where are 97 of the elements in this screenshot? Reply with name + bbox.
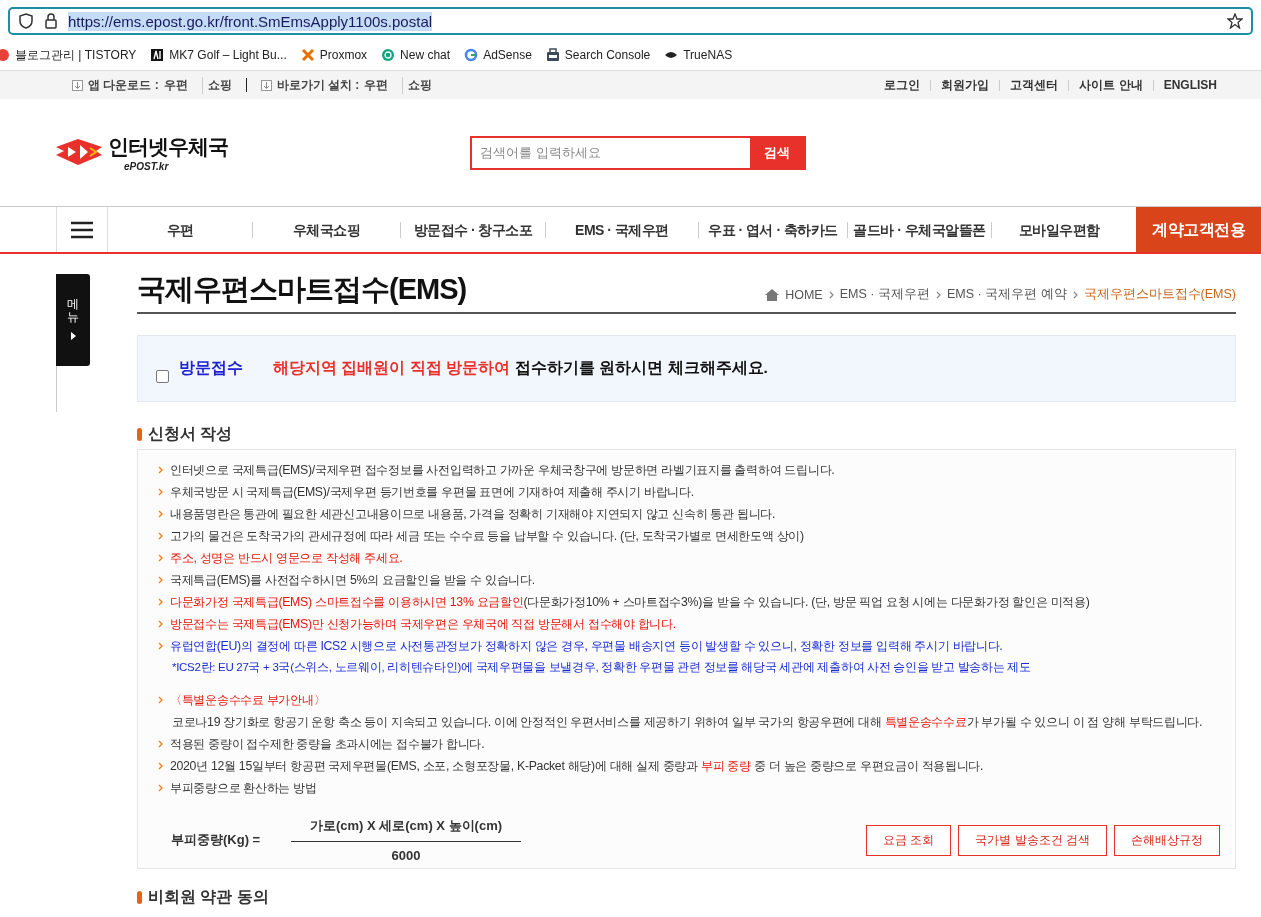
notice-text: 2020년 12월 15일부터 항공편 국제우편물(EMS, 소포, 소형포장물, K-Packet 해당)에 대해 실제 중량과 부피 중량 중 더 높은 중량으로 우편요금이 적용됩니다.: [170, 757, 984, 775]
chevron-icon: [158, 762, 163, 770]
cross-logo-icon: [300, 48, 315, 62]
topbar-label: 앱 다운로드 :: [88, 76, 159, 94]
shortcut-icon: [260, 79, 272, 91]
url-text: https://ems.epost.go.kr/front.SmEmsApply1100s.postal: [68, 11, 433, 31]
shield-icon: [18, 13, 34, 29]
formula-numerator: 가로(cm) X 세로(cm) X 높이(cm): [309, 817, 503, 835]
bookmark[interactable]: TrueNAS: [664, 48, 733, 62]
download-icon: [72, 79, 83, 91]
star-icon[interactable]: [1227, 13, 1243, 29]
square-logo-icon: [150, 48, 165, 62]
topbar-link[interactable]: 사이트 안내: [1068, 79, 1153, 91]
topbar-link[interactable]: 로그인: [874, 79, 931, 91]
chevron-icon: [158, 740, 163, 748]
nav-item[interactable]: 우체국쇼핑: [252, 221, 400, 238]
section-title: 신청서 작성: [148, 424, 233, 444]
section-marker: [137, 891, 142, 904]
notice-text: 유럽연합(EU)의 결정에 따른 ICS2 시행으로 사전통관정보가 정확하지 않은 경우, 우편물 배송지연 등이 발생할 수 있으니, 정확한 정보를 입력해 주시기 바랍니다.: [170, 637, 1003, 655]
bookmark[interactable]: Proxmox: [300, 48, 368, 62]
page-title: 국제우편스마트접수(EMS): [137, 272, 467, 306]
notice-text: 내용품명란은 통관에 필요한 세관신고내용이므로 내용품, 가격을 정확히 기재해야 지연되지 않고 신속히 통관 됩니다.: [170, 505, 776, 523]
side-menu-tab[interactable]: 메뉴: [56, 274, 90, 366]
chevron-icon: [158, 576, 163, 584]
notice-text: 고가의 물건은 도착국가의 관세규정에 따라 세금 또는 수수료 등을 납부할 수 있습니다. (단, 도착국가별로 면세한도액 상이): [170, 527, 804, 545]
chevron-icon: [158, 784, 163, 792]
notice-text: 코로나19 장기화로 항공기 운항 축소 등이 지속되고 있습니다. 이에 안정적인 우편서비스를 제공하기 위하여 일부 국가의 항공우편에 대해 특별운송수수료가 부가될 수 있으니 이 점 양해 부탁드립니다.: [172, 713, 1203, 731]
nav-item[interactable]: 골드바 · 우체국알뜰폰: [847, 221, 991, 238]
bookmark[interactable]: MK7 Golf – Light Bu...: [150, 48, 287, 62]
nav-item[interactable]: 우편: [108, 221, 252, 238]
topbar-link[interactable]: 쇼핑: [201, 76, 232, 94]
notice-text: 주소, 성명은 반드시 영문으로 작성해 주세요.: [170, 549, 403, 567]
chevron-icon: [158, 620, 163, 628]
search-field[interactable]: 검색어를 입력하세요 검색: [470, 135, 806, 170]
nav-item[interactable]: 방문접수 · 창구소포: [400, 221, 545, 238]
address-bar[interactable]: https://ems.epost.go.kr/front.SmEmsApply1100s.postal: [8, 7, 1253, 35]
topbar-link[interactable]: 고객센터: [999, 79, 1069, 91]
search-button[interactable]: 검색: [750, 137, 804, 168]
epost-logo-icon: [56, 138, 104, 167]
topbar-link[interactable]: 쇼핑: [402, 76, 433, 94]
g-logo-icon: [464, 48, 479, 62]
notice-text: 해당지역 집배원이 직접 방문하여: [273, 358, 510, 378]
menu-button[interactable]: [56, 207, 108, 252]
chevron-icon: [158, 510, 163, 518]
action-button[interactable]: 국가별 발송조건 검색: [958, 824, 1107, 856]
checkbox-label: 방문접수: [179, 358, 243, 378]
checkbox[interactable]: [156, 370, 169, 383]
logo-subtext: ePOST.kr: [124, 161, 170, 172]
topbar-link[interactable]: 회원가입: [930, 79, 1000, 91]
chevron-icon: [158, 532, 163, 540]
chevron-icon: [158, 598, 163, 606]
notice-text: 인터넷으로 국제특급(EMS)/국제우편 접수정보를 사전입력하고 가까운 우체국창구에 방문하면 라벨기표지를 출력하여 드립니다.: [170, 461, 835, 479]
notice-text: 적용된 중량이 접수제한 중량을 초과시에는 접수불가 합니다.: [170, 735, 485, 753]
notice-text: 우체국방문 시 국제특급(EMS)/국제우편 등기번호를 우편물 표면에 기재하여 제출해 주시기 바랍니다.: [170, 483, 694, 501]
chevron-icon: [935, 290, 941, 299]
nav-item[interactable]: 우표 · 엽서 · 축하카드: [698, 221, 847, 238]
briefcase-icon: [545, 48, 560, 62]
topbar-link[interactable]: ENGLISH: [1152, 79, 1227, 91]
nav-item[interactable]: EMS · 국제우편: [545, 221, 698, 238]
topbar-link[interactable]: 우편: [364, 76, 389, 94]
topbar-link[interactable]: 우편: [163, 76, 188, 94]
notice-text: 〈특별운송수수료 부가안내〉: [170, 691, 326, 709]
section-title: 비회원 약관 동의: [148, 887, 269, 907]
chevron-icon: [828, 290, 834, 299]
bookmark[interactable]: New chat: [381, 48, 451, 62]
topbar-label: 바로가기 설치 :: [276, 76, 360, 94]
home-icon: [765, 288, 780, 301]
breadcrumb-link[interactable]: EMS · 국제우편 예약: [946, 286, 1067, 303]
notice-text: *ICS2란: EU 27국 + 3국(스위스, 노르웨이, 리히텐슈타인)에 국제우편물을 보낼경우, 정확한 우편물 관련 정보를 해당국 세관에 제출하여 사전 승인을 받고 발송하는 제도: [172, 659, 1031, 675]
action-button[interactable]: 요금 조회: [866, 824, 952, 856]
logo-text: 인터넷우체국: [108, 134, 228, 160]
breadcrumb-link[interactable]: 국제우편스마트접수(EMS): [1083, 286, 1236, 303]
chevron-icon: [158, 488, 163, 496]
bookmark[interactable]: Search Console: [545, 48, 651, 62]
notice-text: 부피중량으로 환산하는 방법: [170, 779, 317, 797]
bookmark[interactable]: 블로그관리 | TISTORY: [0, 46, 137, 64]
chevron-icon: [158, 466, 163, 474]
nav-item[interactable]: 계약고객전용: [1136, 207, 1261, 252]
chevron-icon: [158, 696, 163, 704]
bookmark[interactable]: AdSense: [464, 48, 532, 62]
section-marker: [137, 428, 142, 441]
notice-text: 다문화가정 국제특급(EMS) 스마트접수를 이용하시면 13% 요금할인(다문화가정10% + 스마트접수3%)을 받을 수 있습니다. (단, 방문 픽업 요청 시에는 다문화가정 할인은 미적용): [170, 593, 1090, 611]
chevron-icon: [158, 642, 163, 650]
triangle-icon: [70, 332, 76, 341]
chevron-icon: [158, 554, 163, 562]
notice-text: 접수하기를 원하시면 체크해주세요.: [514, 358, 768, 378]
formula-denominator: 6000: [391, 847, 421, 865]
lock-icon: [44, 13, 58, 29]
chevron-icon: [1072, 290, 1078, 299]
notice-text: 방문접수는 국제특급(EMS)만 신청가능하며 국제우편은 우체국에 직접 방문해서 접수해야 합니다.: [170, 615, 676, 633]
breadcrumb-link[interactable]: HOME: [785, 287, 823, 302]
breadcrumb-link[interactable]: EMS · 국제우편: [839, 286, 930, 303]
notice-text: 국제특급(EMS)를 사전접수하시면 5%의 요금할인을 받을 수 있습니다.: [170, 571, 535, 589]
action-button[interactable]: 손해배상규정: [1114, 824, 1220, 856]
formula-label: 부피중량(Kg) =: [171, 831, 262, 849]
nav-item[interactable]: 모바일우편함: [991, 221, 1126, 238]
menu-icon: [71, 220, 93, 239]
